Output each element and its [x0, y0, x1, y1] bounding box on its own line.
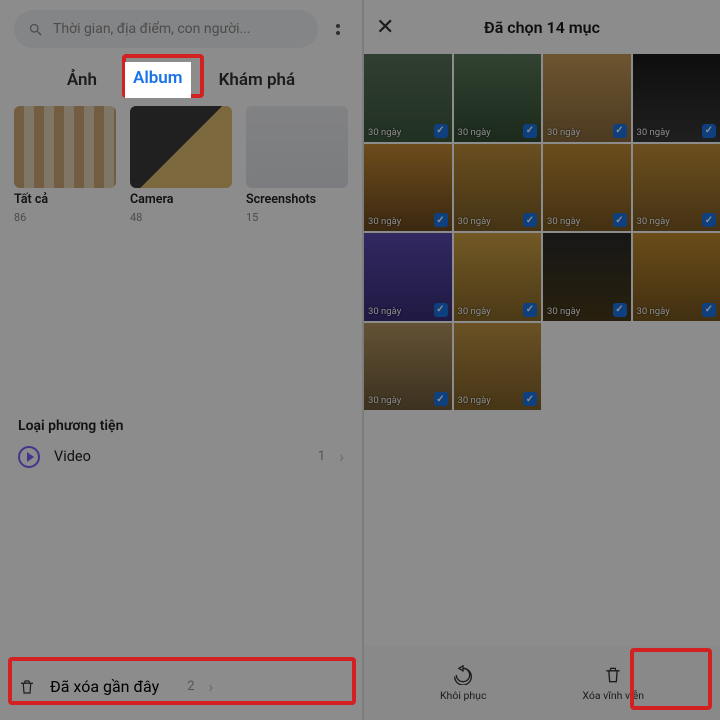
thumb-item[interactable]: 30 ngày [543, 144, 631, 232]
thumbnail-grid: 30 ngày 30 ngày 30 ngày 30 ngày 30 ngày … [364, 54, 720, 410]
button-label: Xóa vĩnh viễn [582, 689, 644, 702]
checkbox-checked-icon[interactable] [613, 124, 627, 138]
search-row: Thời gian, địa điểm, con người... [0, 0, 362, 56]
checkbox-checked-icon[interactable] [434, 213, 448, 227]
thumb-item[interactable]: 30 ngày [454, 233, 542, 321]
checkbox-checked-icon[interactable] [702, 303, 716, 317]
album-list: Tất cả 86 Camera 48 Screenshots 15 [0, 98, 362, 238]
thumb-item[interactable]: 30 ngày [364, 233, 452, 321]
top-tabs: Ảnh Album Khám phá [0, 62, 362, 98]
bottom-action-bar: Khôi phục Xóa vĩnh viễn [364, 646, 720, 720]
album-screenshots[interactable]: Screenshots 15 [246, 106, 348, 224]
tab-album[interactable]: Album [125, 62, 191, 98]
chevron-right-icon: › [209, 677, 214, 696]
pane-selection-screen: ✕ Đã chọn 14 mục 30 ngày 30 ngày 30 ngày… [364, 0, 720, 720]
row-count: 1 [318, 449, 325, 464]
chevron-right-icon: › [339, 447, 344, 466]
tab-photos[interactable]: Ảnh [63, 62, 101, 98]
canvas: Thời gian, địa điểm, con người... Ảnh Al… [0, 0, 720, 720]
overflow-menu-icon[interactable] [328, 24, 348, 35]
album-count: 86 [14, 211, 116, 224]
search-icon [28, 22, 43, 37]
thumb-item[interactable]: 30 ngày [633, 144, 720, 232]
row-recently-deleted[interactable]: Đã xóa gần đây 2 › [0, 663, 362, 710]
checkbox-checked-icon[interactable] [523, 124, 537, 138]
trash-icon [18, 678, 36, 696]
checkbox-checked-icon[interactable] [702, 124, 716, 138]
row-label: Đã xóa gần đây [50, 677, 159, 696]
album-thumb [130, 106, 232, 188]
button-label: Khôi phục [440, 689, 486, 702]
restore-button[interactable]: Khôi phục [440, 665, 486, 702]
media-type-header: Loại phương tiện [0, 418, 362, 434]
checkbox-checked-icon[interactable] [523, 213, 537, 227]
checkbox-checked-icon[interactable] [434, 392, 448, 406]
row-video[interactable]: Video 1 › [0, 434, 362, 480]
pane-album-screen: Thời gian, địa điểm, con người... Ảnh Al… [0, 0, 362, 720]
checkbox-checked-icon[interactable] [434, 303, 448, 317]
album-thumb [246, 106, 348, 188]
search-placeholder: Thời gian, địa điểm, con người... [53, 21, 251, 37]
album-name: Tất cả [14, 192, 116, 207]
thumb-item[interactable]: 30 ngày [543, 233, 631, 321]
row-count: 2 [187, 679, 194, 694]
album-camera[interactable]: Camera 48 [130, 106, 232, 224]
thumb-item[interactable]: 30 ngày [543, 54, 631, 142]
thumb-item[interactable]: 30 ngày [633, 233, 720, 321]
album-count: 15 [246, 211, 348, 224]
checkbox-checked-icon[interactable] [523, 303, 537, 317]
album-thumb [14, 106, 116, 188]
tab-explore[interactable]: Khám phá [215, 62, 300, 98]
close-icon[interactable]: ✕ [376, 15, 404, 40]
trash-icon [603, 665, 623, 685]
search-input[interactable]: Thời gian, địa điểm, con người... [14, 10, 318, 48]
thumb-item[interactable]: 30 ngày [633, 54, 720, 142]
thumb-item[interactable]: 30 ngày [454, 144, 542, 232]
delete-forever-button[interactable]: Xóa vĩnh viễn [582, 665, 644, 702]
checkbox-checked-icon[interactable] [613, 213, 627, 227]
selection-title: Đã chọn 14 mục [404, 18, 680, 37]
album-all[interactable]: Tất cả 86 [14, 106, 116, 224]
restore-icon [453, 665, 473, 685]
checkbox-checked-icon[interactable] [434, 124, 448, 138]
thumb-item[interactable]: 30 ngày [454, 54, 542, 142]
checkbox-checked-icon[interactable] [523, 392, 537, 406]
play-icon [18, 446, 40, 468]
thumb-item[interactable]: 30 ngày [364, 144, 452, 232]
thumb-item[interactable]: 30 ngày [454, 323, 542, 411]
thumb-item[interactable]: 30 ngày [364, 54, 452, 142]
checkbox-checked-icon[interactable] [702, 213, 716, 227]
checkbox-checked-icon[interactable] [613, 303, 627, 317]
album-name: Screenshots [246, 192, 348, 207]
selection-header: ✕ Đã chọn 14 mục [364, 0, 720, 54]
row-label: Video [54, 448, 91, 465]
album-count: 48 [130, 211, 232, 224]
album-name: Camera [130, 192, 232, 207]
thumb-item[interactable]: 30 ngày [364, 323, 452, 411]
